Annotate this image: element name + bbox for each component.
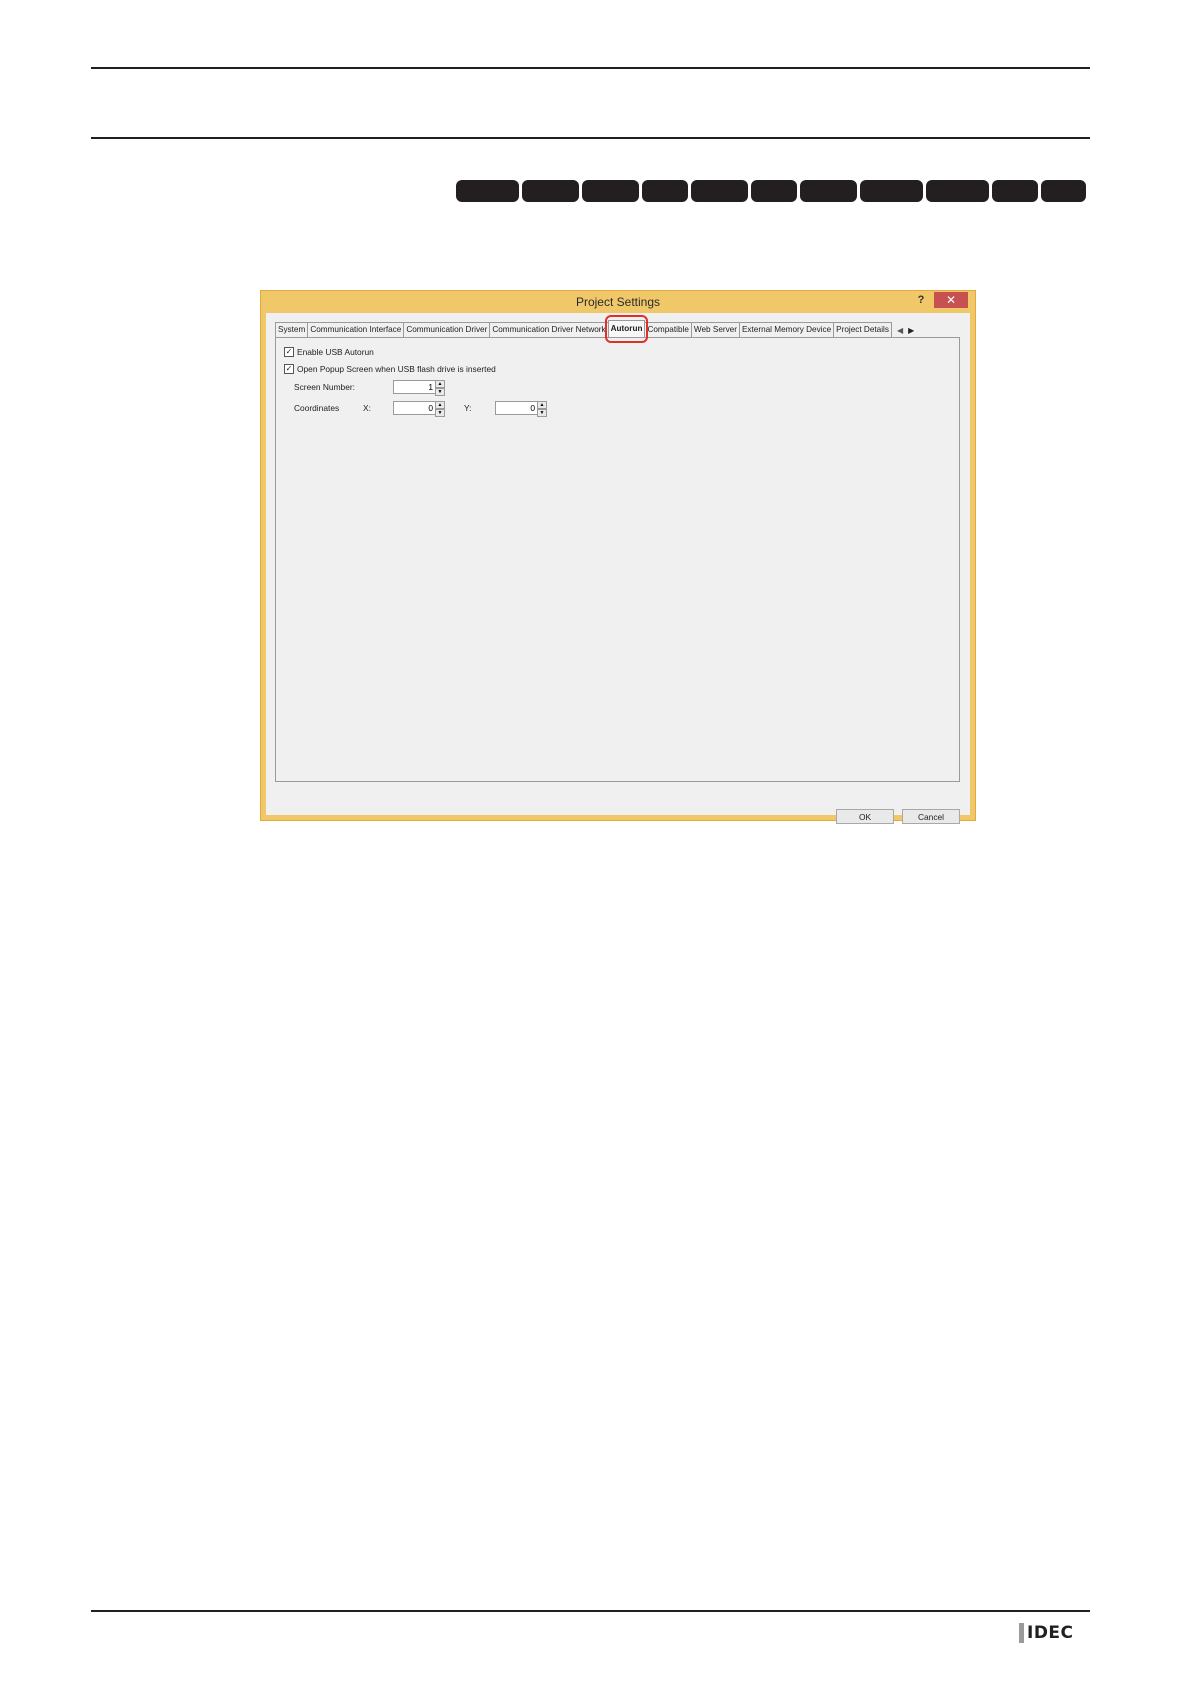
model-tag-row [456, 180, 1086, 202]
tab-compatible[interactable]: Compatible [644, 322, 692, 337]
coordinates-label: Coordinates [294, 403, 340, 413]
idec-logo: IDEC [1019, 1623, 1074, 1643]
model-tag [642, 180, 688, 202]
spin-up-icon[interactable]: ▲ [435, 380, 445, 388]
spin-down-icon[interactable]: ▼ [537, 409, 547, 417]
model-tag [860, 180, 923, 202]
spin-up-icon[interactable]: ▲ [435, 401, 445, 409]
spin-down-icon[interactable]: ▼ [435, 409, 445, 417]
tab-strip: System Communication Interface Communica… [275, 315, 914, 343]
autorun-panel: ✓ Enable USB Autorun ✓ Open Popup Screen… [275, 337, 960, 782]
x-field[interactable]: 0 [393, 401, 436, 415]
scroll-left-icon[interactable]: ◀ [897, 326, 903, 335]
screen-number-spinner[interactable]: 1 ▲ ▼ [393, 380, 445, 396]
tab-system[interactable]: System [275, 322, 309, 337]
tab-autorun[interactable]: Autorun [604, 315, 649, 343]
project-settings-dialog: Project Settings ? ✕ System Communicatio… [260, 290, 976, 824]
close-button[interactable]: ✕ [934, 292, 968, 308]
enable-usb-autorun-label: Enable USB Autorun [297, 347, 374, 357]
model-tag [992, 180, 1038, 202]
tab-scroll-buttons: ◀ ▶ [897, 323, 914, 337]
tab-web-server[interactable]: Web Server [690, 322, 740, 337]
scroll-right-icon[interactable]: ▶ [908, 326, 914, 335]
cancel-button[interactable]: Cancel [902, 809, 960, 824]
footer-rule [91, 1610, 1090, 1612]
logo-text: IDEC [1027, 1623, 1074, 1643]
dialog-title: Project Settings [575, 295, 661, 309]
y-spin-buttons: ▲ ▼ [537, 401, 547, 417]
dialog-client: System Communication Interface Communica… [266, 313, 970, 824]
spin-down-icon[interactable]: ▼ [435, 388, 445, 396]
open-popup-label: Open Popup Screen when USB flash drive i… [297, 364, 496, 374]
model-tag [522, 180, 579, 202]
header-rule [91, 137, 1090, 139]
tab-communication-driver[interactable]: Communication Driver [403, 322, 491, 337]
help-button[interactable]: ? [912, 292, 930, 308]
model-tag [456, 180, 519, 202]
open-popup-option[interactable]: ✓ Open Popup Screen when USB flash drive… [284, 364, 496, 374]
screen-number-label: Screen Number: [294, 382, 355, 392]
y-field[interactable]: 0 [495, 401, 538, 415]
model-tag [800, 180, 857, 202]
tab-project-details[interactable]: Project Details [833, 322, 892, 337]
model-tag [1041, 180, 1086, 202]
model-tag [582, 180, 639, 202]
enable-usb-autorun-option[interactable]: ✓ Enable USB Autorun [284, 347, 374, 357]
tab-external-memory-device[interactable]: External Memory Device [738, 322, 835, 337]
dialog-titlebar: Project Settings ? ✕ [261, 291, 975, 313]
ok-button[interactable]: OK [836, 809, 894, 824]
tab-communication-interface[interactable]: Communication Interface [307, 322, 405, 337]
model-tag [691, 180, 748, 202]
tab-autorun-label: Autorun [610, 324, 643, 333]
tab-communication-driver-network[interactable]: Communication Driver Network [489, 322, 609, 337]
screen-number-field[interactable]: 1 [393, 380, 436, 394]
logo-bar [1019, 1623, 1024, 1643]
y-spinner[interactable]: 0 ▲ ▼ [495, 401, 547, 417]
screen-number-spin-buttons: ▲ ▼ [435, 380, 445, 396]
x-spinner[interactable]: 0 ▲ ▼ [393, 401, 445, 417]
x-spin-buttons: ▲ ▼ [435, 401, 445, 417]
top-rule [91, 67, 1090, 69]
enable-usb-autorun-checkbox[interactable]: ✓ [284, 347, 294, 357]
open-popup-checkbox[interactable]: ✓ [284, 364, 294, 374]
model-tag [751, 180, 797, 202]
x-label: X: [363, 403, 371, 413]
y-label: Y: [464, 403, 472, 413]
model-tag [926, 180, 989, 202]
spin-up-icon[interactable]: ▲ [537, 401, 547, 409]
